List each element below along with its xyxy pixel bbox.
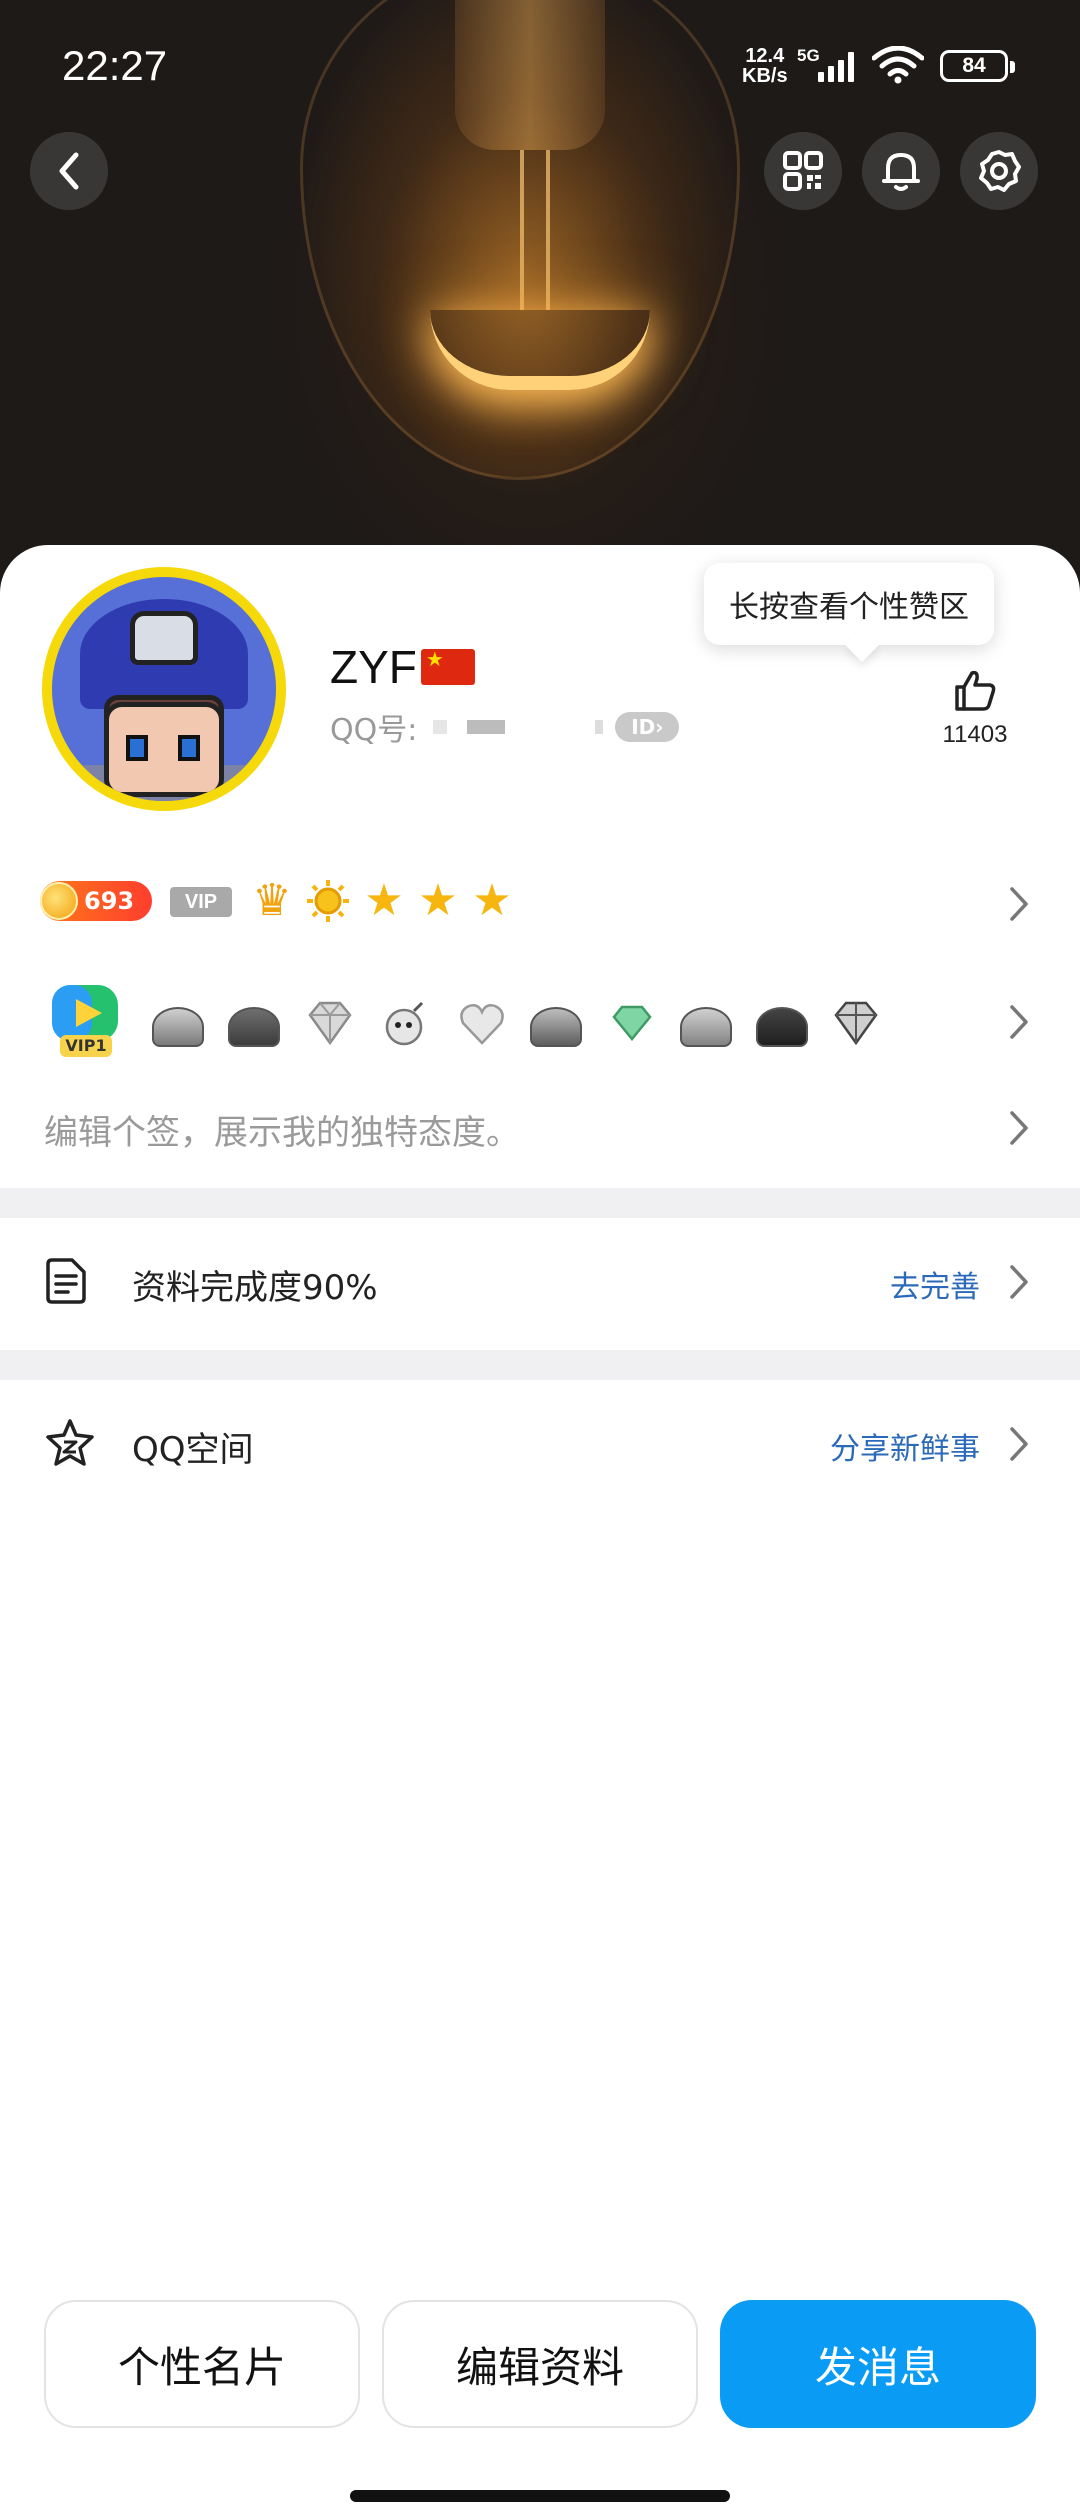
star-icon: ★ — [472, 875, 512, 926]
section-divider — [0, 1188, 1080, 1218]
vip-tag: VIP — [170, 887, 232, 917]
edit-profile-button[interactable]: 编辑资料 — [382, 2300, 698, 2428]
avatar[interactable] — [42, 567, 286, 811]
helmet-flame-badge-icon — [680, 997, 736, 1053]
qq-number[interactable]: QQ号: ID› — [330, 705, 680, 749]
sun-icon — [304, 877, 352, 925]
diamond-badge-icon — [304, 997, 360, 1053]
crown-penguin-badge-icon — [756, 997, 812, 1053]
like-button[interactable]: 11403 — [930, 667, 1020, 749]
bomb-badge-icon — [380, 997, 436, 1053]
network-type: 5G — [797, 46, 820, 65]
penguin-badge-icon — [228, 997, 284, 1053]
star-icon: ★ — [418, 875, 458, 926]
gear-icon — [979, 150, 1021, 192]
send-message-button[interactable]: 发消息 — [720, 2300, 1036, 2428]
wifi-icon — [871, 45, 925, 88]
profile-name-text: ZYF — [330, 641, 417, 693]
profile-card: ZYF QQ号: ID› 长按查看个性赞区 11403 693 VIP ♛ ★ … — [0, 545, 1080, 2520]
chevron-right-icon — [1010, 1265, 1028, 1299]
coin-value: 693 — [84, 887, 135, 915]
bulb-stem — [520, 150, 550, 310]
badges-row[interactable]: VIP1 — [0, 985, 1080, 1067]
back-button[interactable] — [30, 132, 108, 210]
profile-card-button[interactable]: 个性名片 — [44, 2300, 360, 2428]
green-gem-badge-icon — [606, 997, 662, 1053]
qr-code-icon — [783, 151, 823, 191]
helmet-gem-badge-icon — [530, 997, 586, 1053]
network-speed-value: 12.4 — [745, 45, 785, 67]
notification-button[interactable] — [862, 132, 940, 210]
star-icon: ★ — [364, 875, 404, 926]
status-time: 22:27 — [62, 42, 168, 89]
china-flag-icon — [420, 647, 475, 685]
profile-completion-row[interactable]: 资料完成度90% 去完善 — [0, 1218, 1080, 1346]
complete-profile-link[interactable]: 去完善 — [890, 1262, 980, 1306]
signal-icon — [818, 50, 854, 82]
vip-level-label: VIP1 — [60, 1035, 112, 1057]
signature-placeholder: 编辑个签，展示我的独特态度。 — [44, 1113, 520, 1153]
chevron-right-icon — [1010, 1427, 1028, 1461]
chevron-right-icon — [1010, 887, 1028, 921]
coin-icon — [40, 882, 78, 920]
dark-diamond-badge-icon — [830, 997, 886, 1053]
thumbs-up-icon — [955, 670, 996, 711]
like-tooltip: 长按查看个性赞区 — [704, 563, 994, 645]
level-row[interactable]: 693 VIP ♛ ★ ★ ★ — [0, 877, 1080, 931]
signature-row[interactable]: 编辑个签，展示我的独特态度。 — [0, 1095, 1080, 1165]
profile-name: ZYF — [330, 640, 475, 694]
heart-badge-icon — [456, 997, 512, 1053]
qzone-star-icon — [46, 1419, 94, 1466]
coin-badge: 693 — [40, 881, 152, 921]
battery-indicator: 84 — [940, 50, 1015, 82]
video-vip-icon: VIP1 — [50, 983, 124, 1057]
share-news-link[interactable]: 分享新鲜事 — [830, 1424, 980, 1468]
settings-button[interactable] — [960, 132, 1038, 210]
chevron-right-icon — [1010, 1111, 1028, 1145]
back-icon — [59, 152, 79, 190]
network-speed-unit: KB/s — [742, 65, 788, 87]
helmet-badge-icon — [152, 997, 208, 1053]
id-badge[interactable]: ID› — [615, 712, 680, 742]
qq-number-label: QQ号: — [330, 713, 418, 748]
qzone-label: QQ空间 — [132, 1430, 254, 1470]
chevron-right-icon — [1010, 1005, 1028, 1039]
profile-completion-label: 资料完成度90% — [132, 1268, 378, 1308]
bell-icon — [882, 153, 920, 191]
section-divider — [0, 1350, 1080, 1380]
network-speed: 12.4 KB/s — [742, 46, 788, 86]
home-indicator[interactable] — [350, 2490, 730, 2502]
qzone-row[interactable]: QQ空间 分享新鲜事 — [0, 1380, 1080, 1508]
document-icon — [46, 1258, 86, 1304]
crown-icon: ♛ — [252, 875, 292, 926]
like-count: 11403 — [942, 721, 1008, 748]
qr-code-button[interactable] — [764, 132, 842, 210]
status-bar: 22:27 12.4 KB/s 5G 84 — [0, 0, 1080, 130]
